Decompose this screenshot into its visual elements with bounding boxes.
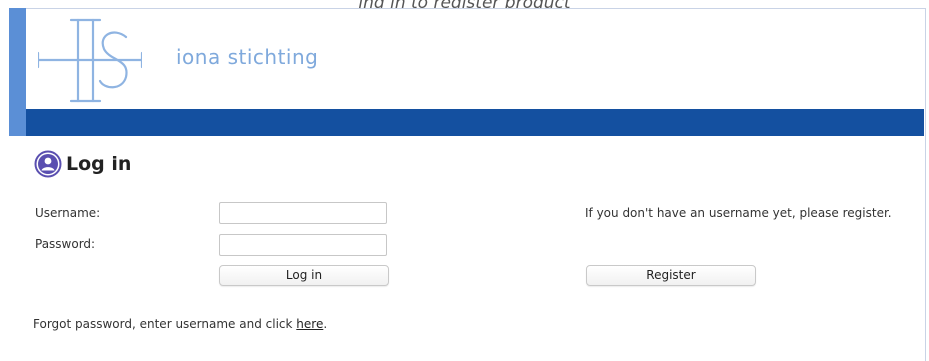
forgot-suffix: . bbox=[323, 317, 328, 331]
user-circle-icon bbox=[34, 150, 62, 178]
register-button[interactable]: Register bbox=[586, 265, 756, 286]
page-title: Log in bbox=[66, 153, 132, 175]
forgot-password-link[interactable]: here bbox=[296, 317, 323, 331]
username-label: Username: bbox=[35, 206, 101, 220]
forgot-prefix: Forgot password, enter username and clic… bbox=[33, 317, 297, 331]
forgot-password-text: Forgot password, enter username and clic… bbox=[33, 317, 327, 331]
site-header: iona stichting bbox=[26, 9, 924, 109]
brand-name: iona stichting bbox=[176, 45, 319, 69]
login-button[interactable]: Log in bbox=[219, 265, 389, 286]
password-input[interactable] bbox=[219, 234, 387, 256]
page-heading: Log in bbox=[34, 148, 131, 180]
iona-stichting-logo[interactable] bbox=[38, 15, 142, 105]
username-input[interactable] bbox=[219, 202, 387, 224]
left-stripe bbox=[9, 8, 26, 136]
password-label: Password: bbox=[35, 237, 96, 251]
register-note: If you don't have an username yet, pleas… bbox=[585, 206, 892, 220]
header-bar bbox=[26, 109, 924, 136]
